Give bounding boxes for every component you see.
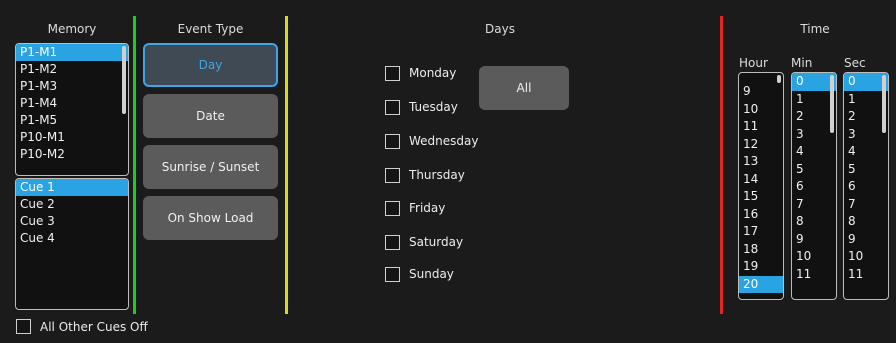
hour-item[interactable]: 9 <box>739 83 783 101</box>
day-monday[interactable]: Monday <box>385 64 456 82</box>
day-label: Tuesday <box>409 100 458 114</box>
day-label: Monday <box>409 66 457 80</box>
checkbox[interactable] <box>385 200 400 216</box>
checkbox[interactable] <box>385 167 400 183</box>
second-item[interactable]: 10 <box>844 248 888 266</box>
separator-green <box>133 16 136 314</box>
separator-yellow <box>285 16 288 314</box>
day-label: Saturday <box>409 235 464 249</box>
hour-label: Hour <box>739 56 768 70</box>
hour-item[interactable]: 19 <box>739 258 783 276</box>
second-item[interactable]: 7 <box>844 196 888 214</box>
cue-item[interactable]: Cue 4 <box>16 230 128 247</box>
second-item[interactable]: 8 <box>844 213 888 231</box>
all-other-cues-off[interactable]: All Other Cues Off <box>16 319 148 334</box>
min-label: Min <box>791 56 813 70</box>
memory-item[interactable]: P10-M2 <box>16 146 128 163</box>
hour-spinner[interactable]: 9 10 11 12 13 14 15 16 17 18 19 20 <box>738 72 784 300</box>
memory-item[interactable]: P1-M5 <box>16 112 128 129</box>
second-item[interactable]: 6 <box>844 178 888 196</box>
minute-spinner[interactable]: 0 1 2 3 4 5 6 7 8 9 10 11 <box>791 72 837 300</box>
day-sunday[interactable]: Sunday <box>385 265 454 283</box>
minute-item[interactable]: 4 <box>792 143 836 161</box>
minute-item[interactable]: 10 <box>792 248 836 266</box>
minute-item[interactable]: 7 <box>792 196 836 214</box>
minute-item[interactable]: 8 <box>792 213 836 231</box>
hour-item[interactable]: 18 <box>739 241 783 259</box>
checkbox[interactable] <box>385 266 400 282</box>
second-item[interactable]: 9 <box>844 231 888 249</box>
memory-item[interactable]: P10-M1 <box>16 129 128 146</box>
day-button[interactable]: Day <box>143 43 278 87</box>
sec-label: Sec <box>844 56 866 70</box>
minute-item[interactable]: 9 <box>792 231 836 249</box>
event-type-title: Event Type <box>177 22 244 36</box>
on-show-load-button[interactable]: On Show Load <box>143 196 278 240</box>
minute-item[interactable]: 5 <box>792 161 836 179</box>
hour-item[interactable]: 10 <box>739 101 783 119</box>
hour-item[interactable]: 13 <box>739 153 783 171</box>
day-saturday[interactable]: Saturday <box>385 233 463 251</box>
hour-item[interactable]: 11 <box>739 118 783 136</box>
checkbox[interactable] <box>385 99 400 115</box>
cue-item[interactable]: Cue 1 <box>16 179 128 196</box>
cue-item[interactable]: Cue 3 <box>16 213 128 230</box>
hour-scrollbar[interactable] <box>777 75 781 83</box>
day-thursday[interactable]: Thursday <box>385 166 465 184</box>
all-days-button[interactable]: All <box>479 66 569 110</box>
sunrise-sunset-button[interactable]: Sunrise / Sunset <box>143 145 278 189</box>
checkbox[interactable] <box>385 234 400 250</box>
hour-item[interactable]: 15 <box>739 188 783 206</box>
days-title: Days <box>485 22 515 36</box>
checkbox[interactable] <box>385 65 400 81</box>
separator-red <box>720 16 723 314</box>
memory-item[interactable]: P1-M2 <box>16 61 128 78</box>
minute-scrollbar[interactable] <box>830 75 834 133</box>
day-friday[interactable]: Friday <box>385 199 445 217</box>
all-other-cues-off-label: All Other Cues Off <box>40 319 148 334</box>
checkbox[interactable] <box>16 319 31 334</box>
day-wednesday[interactable]: Wednesday <box>385 132 478 150</box>
time-title: Time <box>800 22 830 36</box>
day-label: Wednesday <box>409 134 479 148</box>
memory-item[interactable]: P1-M4 <box>16 95 128 112</box>
memory-item[interactable]: P1-M3 <box>16 78 128 95</box>
hour-item[interactable]: 17 <box>739 223 783 241</box>
second-item[interactable]: 11 <box>844 266 888 284</box>
checkbox[interactable] <box>385 133 400 149</box>
day-label: Thursday <box>409 168 465 182</box>
second-item[interactable]: 4 <box>844 143 888 161</box>
minute-item[interactable]: 6 <box>792 178 836 196</box>
memory-scrollbar[interactable] <box>122 46 126 114</box>
cue-list[interactable]: Cue 1 Cue 2 Cue 3 Cue 4 <box>15 178 129 310</box>
cue-item[interactable]: Cue 2 <box>16 196 128 213</box>
second-spinner[interactable]: 0 1 2 3 4 5 6 7 8 9 10 11 <box>843 72 889 300</box>
memory-title: Memory <box>47 22 97 36</box>
second-item[interactable]: 5 <box>844 161 888 179</box>
second-scrollbar[interactable] <box>882 75 886 133</box>
memory-list[interactable]: P1-M1 P1-M2 P1-M3 P1-M4 P1-M5 P10-M1 P10… <box>15 43 129 176</box>
memory-item[interactable]: P1-M1 <box>16 44 128 61</box>
day-tuesday[interactable]: Tuesday <box>385 98 458 116</box>
hour-item[interactable]: 12 <box>739 136 783 154</box>
minute-item[interactable]: 11 <box>792 266 836 284</box>
day-label: Friday <box>409 201 446 215</box>
date-button[interactable]: Date <box>143 94 278 138</box>
hour-item[interactable]: 16 <box>739 206 783 224</box>
day-label: Sunday <box>409 267 454 281</box>
hour-item[interactable]: 14 <box>739 171 783 189</box>
hour-item-selected[interactable]: 20 <box>739 275 783 293</box>
